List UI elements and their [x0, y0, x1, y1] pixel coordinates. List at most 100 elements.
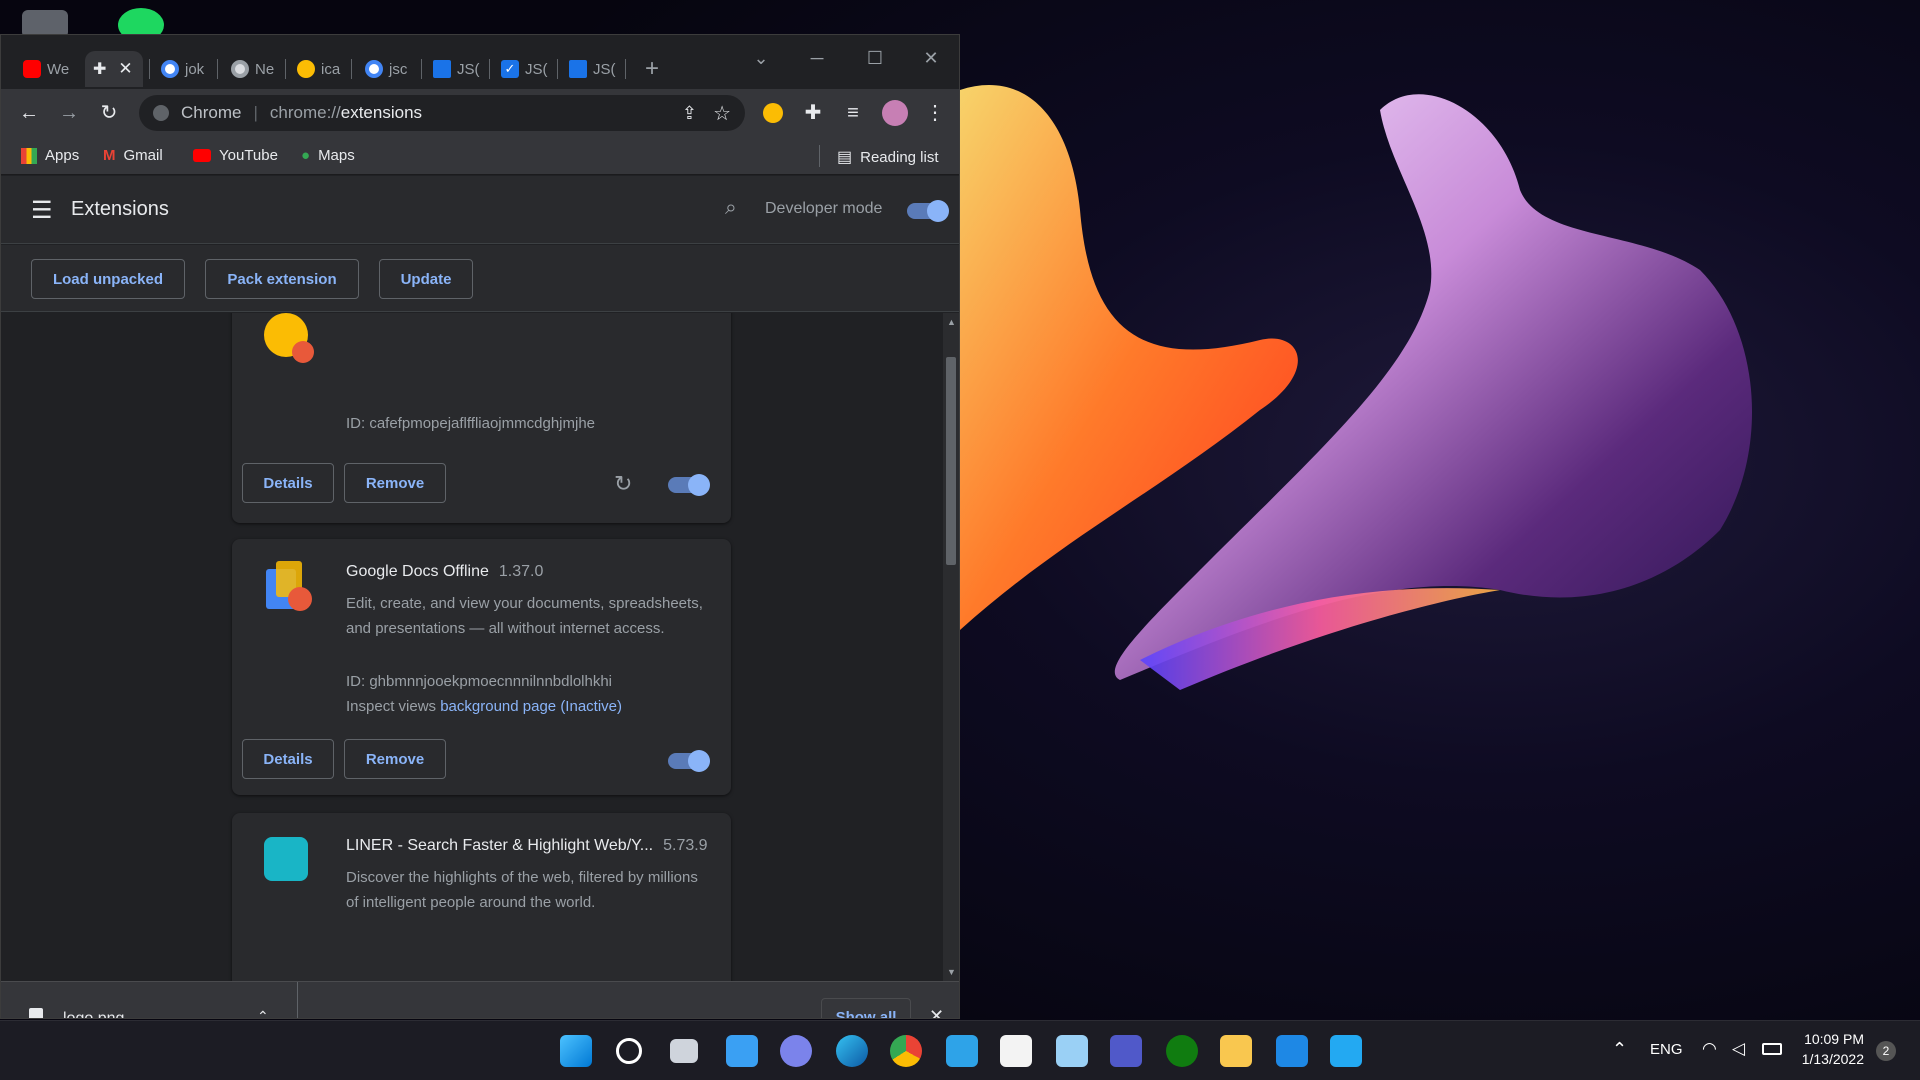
bookmark-apps[interactable]: Apps — [21, 147, 79, 164]
bookmark-star-icon[interactable]: ☆ — [713, 101, 731, 126]
download-filename[interactable]: logo.png — [63, 1010, 124, 1018]
scroll-up-arrow[interactable]: ▲ — [947, 317, 956, 327]
minimize-button[interactable]: ─ — [789, 43, 845, 73]
badge-icon — [288, 587, 312, 611]
reading-list-icon: ▤ — [837, 149, 853, 166]
bookmark-youtube[interactable]: YouTube — [193, 147, 278, 164]
teams-icon[interactable] — [1110, 1035, 1142, 1067]
chat-icon[interactable] — [780, 1035, 812, 1067]
extension-enable-toggle[interactable] — [668, 474, 710, 496]
taskbar: ⌃ ENG ◠ ◁ 10:09 PM 1/13/2022 2 — [0, 1020, 1920, 1080]
share-icon[interactable]: ⇪ — [682, 103, 697, 124]
reload-button[interactable]: ↻ — [93, 97, 125, 129]
close-tab-icon[interactable]: ✕ — [118, 59, 132, 79]
extension-title: Google Docs Offline 1.37.0 — [346, 563, 544, 580]
tab-json-2[interactable]: ✓ JS( — [493, 51, 556, 87]
bookmark-gmail[interactable]: M Gmail — [103, 147, 163, 164]
photos-icon[interactable] — [1056, 1035, 1088, 1067]
mail-icon[interactable] — [1276, 1035, 1308, 1067]
chevron-up-icon[interactable]: ⌃ — [257, 1008, 269, 1018]
clock-time[interactable]: 10:09 PM — [1800, 1031, 1864, 1047]
chrome-icon[interactable] — [890, 1035, 922, 1067]
windows-start-icon[interactable] — [560, 1035, 592, 1067]
maps-pin-icon: ● — [301, 147, 311, 164]
remote-desktop-icon[interactable] — [946, 1035, 978, 1067]
liner-icon — [264, 837, 308, 881]
google-icon — [161, 60, 179, 78]
search-icon[interactable]: ⌕ — [725, 196, 737, 220]
extension-enable-toggle[interactable] — [668, 750, 710, 772]
media-control-icon[interactable]: ≡ — [837, 97, 869, 129]
update-button[interactable]: Update — [379, 259, 473, 299]
tab-google-1[interactable]: jok — [153, 51, 212, 87]
details-button[interactable]: Details — [242, 739, 334, 779]
emoji-extension-icon[interactable] — [757, 97, 789, 129]
battery-icon[interactable] — [1762, 1043, 1782, 1055]
extension-id: ID: ghbmnnjooekpmoecnnnilnnbdlolhkhi — [346, 673, 613, 690]
background-page-link[interactable]: background page (Inactive) — [440, 698, 622, 715]
menu-icon[interactable]: ⋮ — [919, 97, 951, 129]
notification-badge[interactable]: 2 — [1876, 1041, 1896, 1061]
youtube-icon — [193, 149, 211, 162]
chrome-icon — [231, 60, 249, 78]
reload-extension-icon[interactable]: ↻ — [614, 471, 632, 497]
xbox-icon[interactable] — [1166, 1035, 1198, 1067]
abstract-3d-art — [960, 85, 1753, 690]
pack-extension-button[interactable]: Pack extension — [205, 259, 359, 299]
tab-chrome[interactable]: Ne — [223, 51, 282, 87]
wifi-icon[interactable]: ◠ — [1702, 1039, 1717, 1059]
puzzle-icon: ✚ — [93, 61, 107, 78]
search-icon[interactable] — [616, 1038, 642, 1064]
close-window-button[interactable]: ✕ — [903, 43, 959, 73]
profile-avatar[interactable] — [879, 97, 911, 129]
emoji-icon — [297, 60, 315, 78]
reading-list-button[interactable]: ▤ Reading list — [837, 147, 939, 167]
extension-card: ID: cafefpmopejaflffliaojmmcdghjmjhe Det… — [232, 313, 731, 523]
maximize-button[interactable]: ☐ — [847, 43, 903, 73]
json-icon — [433, 60, 451, 78]
youtube-icon — [23, 60, 41, 78]
volume-icon[interactable]: ◁ — [1732, 1039, 1745, 1059]
tab-extensions[interactable]: ✚ ✕ — [85, 51, 143, 87]
page-title: Extensions — [71, 198, 169, 220]
extension-description: Discover the highlights of the web, filt… — [346, 869, 698, 911]
bookmark-maps[interactable]: ● Maps — [301, 147, 355, 164]
chrome-page-icon — [153, 105, 169, 121]
tab-search-icon[interactable]: ⌄ — [733, 43, 789, 73]
developer-mode-toggle[interactable] — [907, 200, 949, 222]
tab-emoji[interactable]: ica — [289, 51, 348, 87]
download-shelf: logo.png ⌃ Show all ✕ — [1, 981, 959, 1018]
widgets-icon[interactable] — [726, 1035, 758, 1067]
clock-date[interactable]: 1/13/2022 — [1796, 1051, 1864, 1067]
vscode-icon[interactable] — [1330, 1035, 1362, 1067]
hamburger-menu-icon[interactable]: ☰ — [31, 196, 53, 225]
tab-json-3[interactable]: JS( — [561, 51, 624, 87]
developer-mode-label: Developer mode — [765, 200, 883, 217]
address-bar[interactable]: Chrome | chrome://extensions ⇪ ☆ — [139, 95, 745, 131]
page-scrollbar[interactable]: ▲ ▼ — [943, 313, 959, 981]
details-button[interactable]: Details — [242, 463, 334, 503]
scrollbar-thumb[interactable] — [946, 357, 956, 565]
extension-description: Edit, create, and view your documents, s… — [346, 595, 703, 637]
file-explorer-icon[interactable] — [1220, 1035, 1252, 1067]
developer-toolbar: Load unpacked Pack extension Update — [1, 245, 959, 312]
forward-button[interactable]: → — [53, 97, 85, 129]
store-icon[interactable] — [1000, 1035, 1032, 1067]
language-indicator[interactable]: ENG — [1650, 1041, 1683, 1058]
tab-youtube[interactable]: We — [15, 51, 77, 87]
remove-button[interactable]: Remove — [344, 463, 446, 503]
close-shelf-icon[interactable]: ✕ — [929, 1006, 944, 1018]
scroll-down-arrow[interactable]: ▼ — [947, 967, 956, 977]
tab-google-2[interactable]: jsc — [357, 51, 415, 87]
load-unpacked-button[interactable]: Load unpacked — [31, 259, 185, 299]
back-button[interactable]: ← — [13, 97, 45, 129]
remove-button[interactable]: Remove — [344, 739, 446, 779]
task-view-icon[interactable] — [670, 1039, 698, 1063]
new-tab-button[interactable]: + — [637, 51, 667, 87]
show-hidden-icons-chevron[interactable]: ⌃ — [1612, 1039, 1627, 1060]
show-all-button[interactable]: Show all — [821, 998, 911, 1018]
extensions-puzzle-icon[interactable]: ✚ — [797, 97, 829, 129]
edge-icon[interactable] — [836, 1035, 868, 1067]
tab-json-1[interactable]: JS( — [425, 51, 488, 87]
file-icon — [29, 1008, 43, 1018]
